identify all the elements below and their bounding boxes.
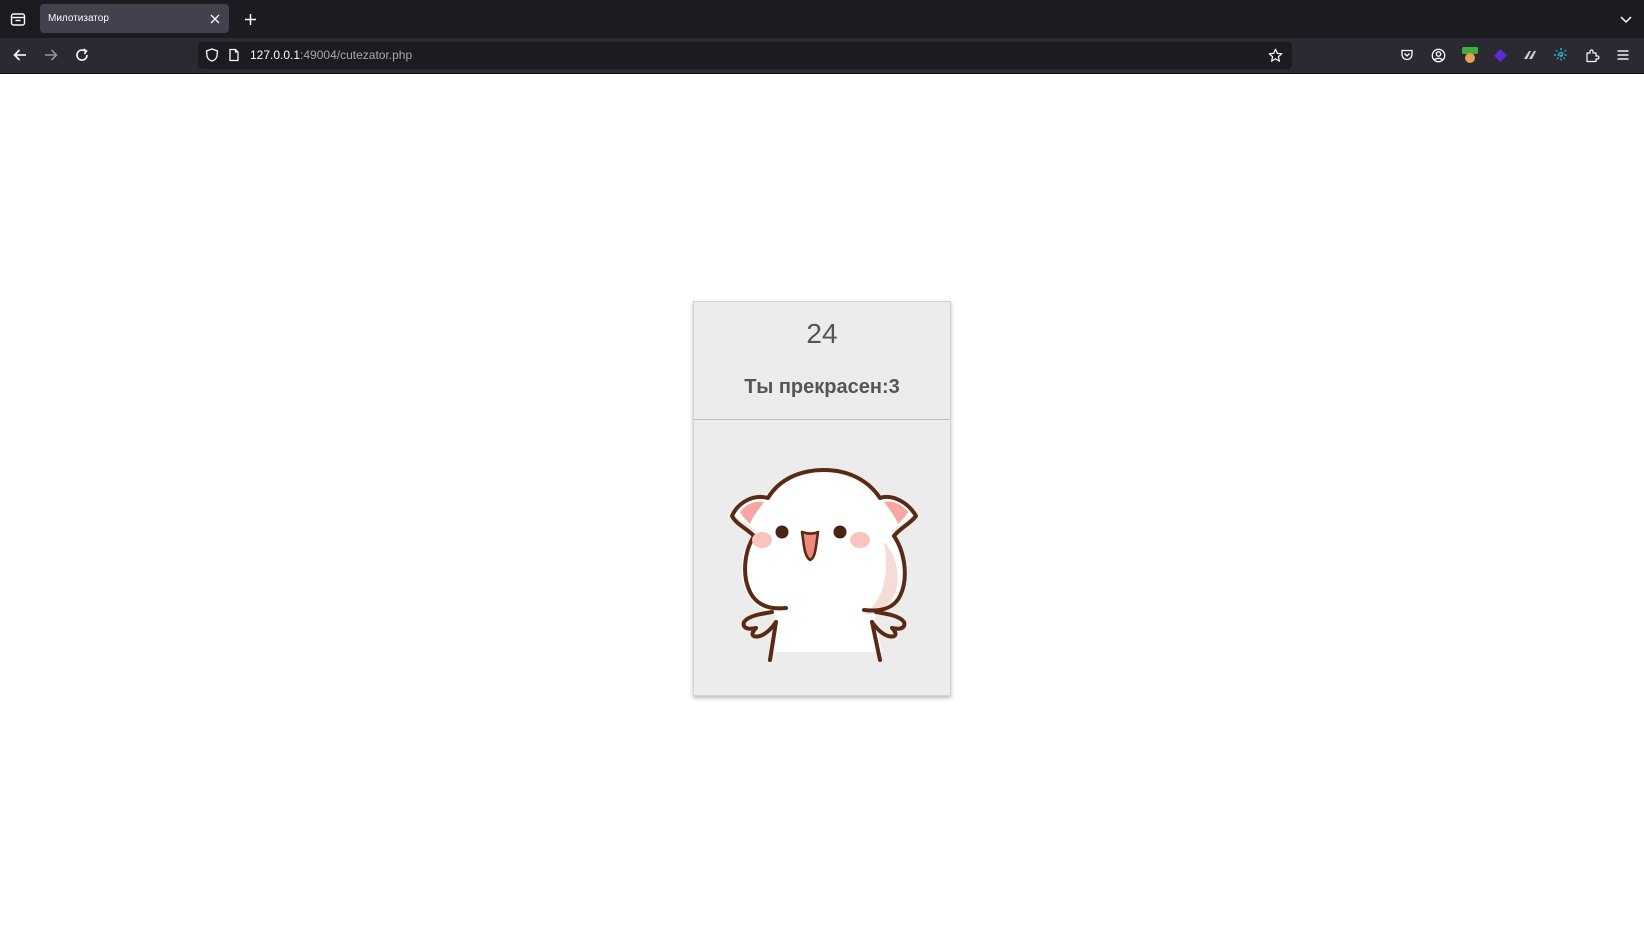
- extension-logo-icon: [1524, 51, 1536, 59]
- purple-diamond-icon: [1493, 48, 1507, 62]
- extension-button-4[interactable]: [1549, 43, 1573, 67]
- forward-button[interactable]: [38, 42, 64, 68]
- tab-title: Милотизатор: [48, 13, 109, 24]
- tab-close-button[interactable]: [207, 11, 223, 27]
- visit-counter: 24: [806, 318, 838, 349]
- card-header: 24 Ты прекрасен:3: [694, 302, 950, 420]
- bookmark-button[interactable]: [1267, 47, 1283, 63]
- pocket-icon: [1401, 49, 1413, 61]
- extension-badge-icon: [1462, 47, 1478, 63]
- puzzle-icon: [1585, 48, 1600, 62]
- reload-button[interactable]: [69, 42, 95, 68]
- new-tab-button[interactable]: [238, 7, 262, 31]
- list-all-tabs-button[interactable]: [1614, 7, 1638, 31]
- tracking-protection-button[interactable]: [204, 47, 220, 63]
- close-icon: [210, 14, 220, 24]
- extension-button-1[interactable]: [1458, 43, 1482, 67]
- app-menu-button[interactable]: [1611, 43, 1635, 67]
- extensions-button[interactable]: [1580, 43, 1604, 67]
- extension-button-3[interactable]: [1518, 43, 1542, 67]
- extension-button-2[interactable]: [1488, 43, 1512, 67]
- page-viewport: 24 Ты прекрасен:3: [0, 74, 1644, 925]
- plus-icon: [244, 13, 256, 25]
- sparkle-icon: [1554, 48, 1568, 62]
- firefox-view-button[interactable]: [6, 7, 30, 31]
- navigation-toolbar: 127.0.0.1:49004/cutezator.php: [0, 38, 1644, 74]
- page-icon: [229, 48, 239, 62]
- cute-cat-sticker-icon: [730, 468, 918, 662]
- tab-active[interactable]: Милотизатор: [40, 4, 229, 33]
- account-button[interactable]: [1426, 43, 1450, 67]
- url-path: :49004/cutezator.php: [300, 48, 413, 62]
- tab-list-icon: [10, 13, 26, 26]
- compliment-message: Ты прекрасен:3: [744, 376, 900, 398]
- url-bar[interactable]: 127.0.0.1:49004/cutezator.php: [198, 42, 1292, 69]
- url-text[interactable]: 127.0.0.1:49004/cutezator.php: [250, 42, 412, 69]
- back-button[interactable]: [7, 42, 33, 68]
- reload-icon: [76, 48, 88, 61]
- arrow-right-icon: [45, 49, 58, 61]
- star-icon: [1268, 48, 1282, 62]
- chevron-down-icon: [1620, 16, 1632, 24]
- tab-strip: Милотизатор: [0, 0, 1644, 38]
- url-host: 127.0.0.1: [250, 48, 301, 62]
- cute-card: 24 Ты прекрасен:3: [693, 301, 951, 696]
- hamburger-menu-icon: [1617, 50, 1629, 60]
- pocket-button[interactable]: [1395, 43, 1419, 67]
- shield-icon: [205, 48, 219, 62]
- arrow-left-icon: [13, 49, 26, 61]
- site-info-button[interactable]: [226, 47, 242, 63]
- account-icon: [1431, 48, 1445, 62]
